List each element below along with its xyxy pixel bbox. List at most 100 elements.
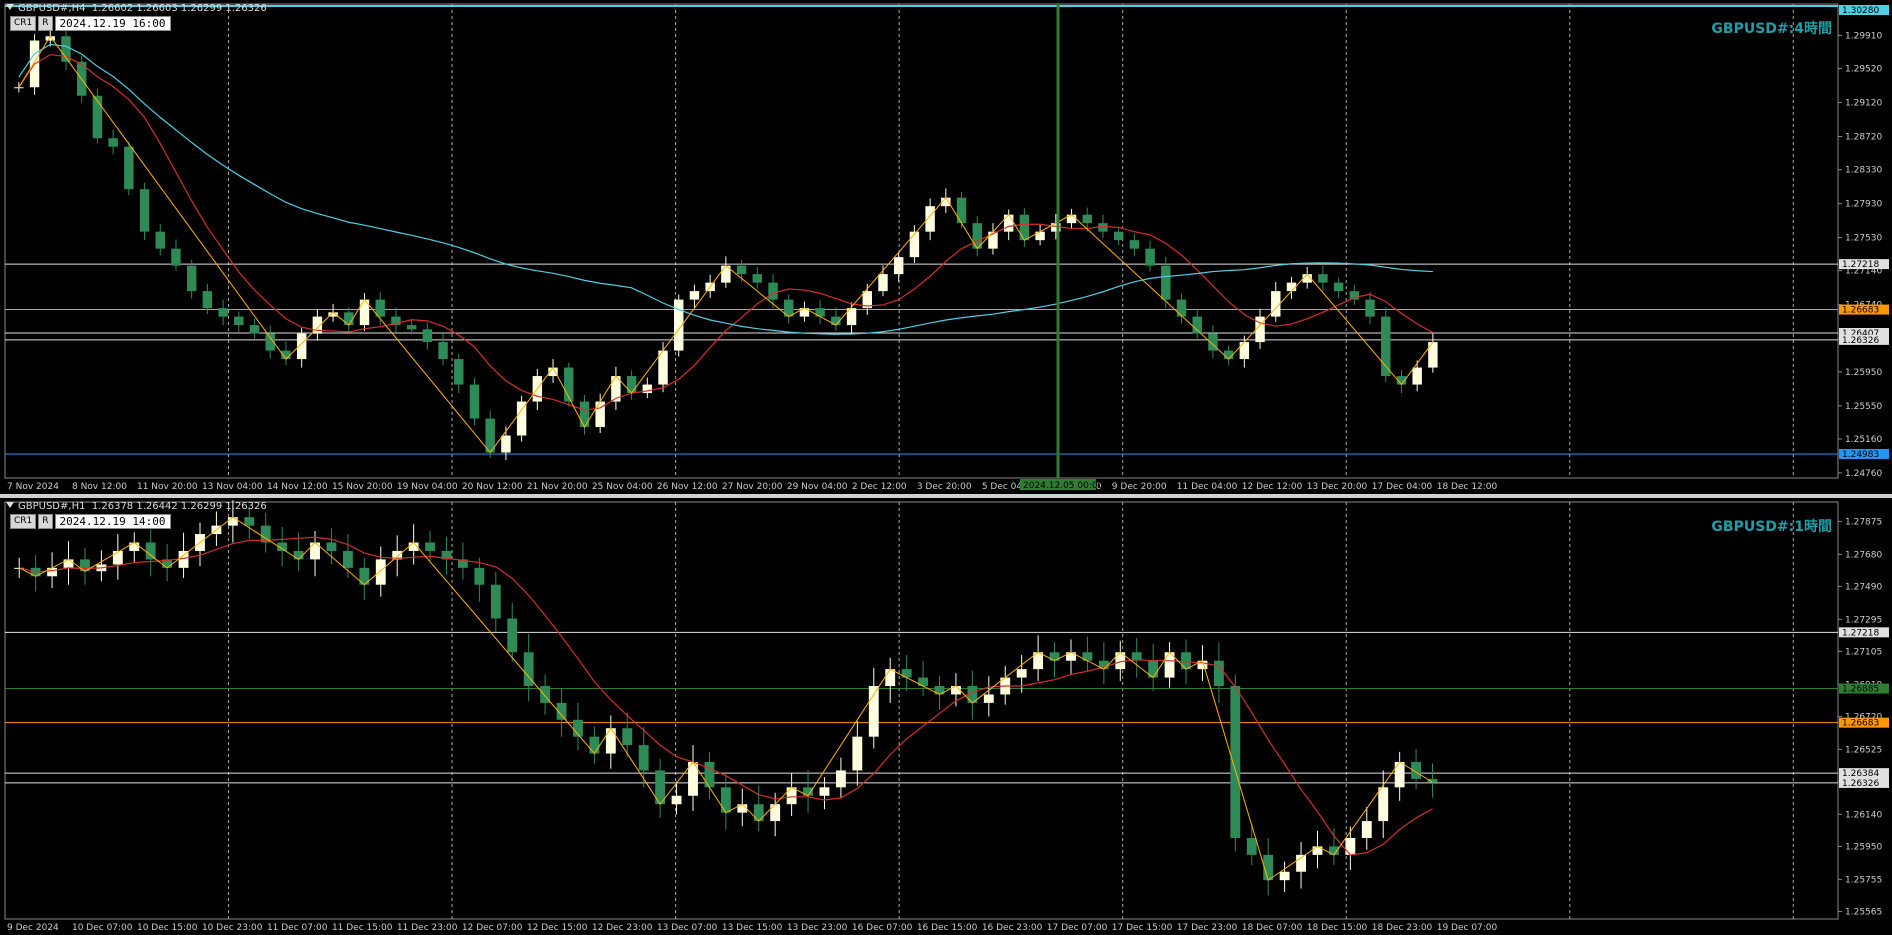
y-tick-label: 1.27875 xyxy=(1845,517,1882,527)
candle-body xyxy=(1365,299,1375,317)
h4-watermark: GBPUSD#:4時間 xyxy=(1711,21,1832,37)
candle-body xyxy=(1246,837,1257,855)
candle-body xyxy=(490,584,501,619)
x-tick-label: 9 Dec 2024 xyxy=(7,923,59,933)
h1-symbol: GBPUSD#,H1 xyxy=(18,501,86,512)
x-tick-label: 21 Nov 20:00 xyxy=(527,482,588,492)
candle-body xyxy=(589,736,600,754)
h4-button-row: CR1 R 2024.12.19 16:00 xyxy=(10,16,171,31)
candle-body xyxy=(1318,274,1328,283)
candle-body xyxy=(234,316,244,326)
x-tick-label: 20 Nov 12:00 xyxy=(462,482,523,492)
candle-body xyxy=(1192,316,1202,334)
candle-body xyxy=(893,257,904,275)
candle-body xyxy=(1279,871,1290,881)
moving-average-slow xyxy=(18,43,1433,335)
x-tick-label: 10 Dec 15:00 xyxy=(137,923,198,933)
x-tick-label: 7 Nov 2024 xyxy=(7,482,59,492)
candle-body xyxy=(1213,660,1224,687)
h4-r-button[interactable]: R xyxy=(38,16,53,31)
y-tick-label: 1.24760 xyxy=(1845,469,1882,479)
y-tick-label: 1.25160 xyxy=(1845,435,1882,445)
candle-body xyxy=(129,542,140,551)
price-tag-label: 1.26326 xyxy=(1842,336,1879,346)
candle-body xyxy=(139,189,150,232)
x-tick-label: 13 Nov 04:00 xyxy=(202,482,263,492)
candle-body xyxy=(249,325,260,334)
x-tick-label: 11 Dec 23:00 xyxy=(397,923,458,933)
candle-body xyxy=(145,542,156,560)
candle-body xyxy=(579,401,590,428)
x-tick-label: 18 Dec 07:00 xyxy=(1242,923,1303,933)
x-tick-label: 15 Nov 20:00 xyxy=(332,482,393,492)
x-tick-label: 12 Dec 12:00 xyxy=(1242,482,1303,492)
candle-body xyxy=(178,550,189,568)
candle-body xyxy=(925,206,935,232)
h1-ohlc: 1.26378 1.26442 1.26299 1.26326 xyxy=(91,501,267,512)
candle-body xyxy=(1378,787,1389,822)
h4-ohlc: 1.26602 1.26603 1.26299 1.26326 xyxy=(91,3,267,14)
h1-chart-pane[interactable]: 1.278751.276801.274901.272951.271051.269… xyxy=(0,498,1892,935)
x-tick-label: 16 Dec 07:00 xyxy=(852,923,913,933)
x-tick-label: 26 Nov 12:00 xyxy=(657,482,718,492)
candle-body xyxy=(1176,299,1187,317)
h1-r-button[interactable]: R xyxy=(38,514,53,529)
candle-body xyxy=(1161,265,1171,300)
candle-body xyxy=(605,728,616,754)
x-tick-label: 27 Nov 20:00 xyxy=(722,482,783,492)
candle-body xyxy=(852,736,863,771)
candle-body xyxy=(124,146,134,190)
price-tag-label: 1.24983 xyxy=(1842,450,1879,460)
x-tick-label: 10 Dec 07:00 xyxy=(72,923,133,933)
chevron-down-icon[interactable] xyxy=(6,4,14,10)
h1-symbol-header: GBPUSD#,H1 1.26378 1.26442 1.26299 1.263… xyxy=(6,501,267,512)
h4-cr1-button[interactable]: CR1 xyxy=(10,16,37,31)
price-tag-label: 1.27218 xyxy=(1842,260,1879,270)
h4-symbol-header: GBPUSD#,H4 1.26602 1.26603 1.26299 1.263… xyxy=(6,3,267,14)
candle-body xyxy=(326,542,337,551)
candle-body xyxy=(956,197,967,224)
h1-chart-canvas[interactable]: 1.278751.276801.274901.272951.271051.269… xyxy=(0,498,1892,935)
chevron-down-icon[interactable] xyxy=(6,502,14,508)
x-tick-label: 11 Dec 07:00 xyxy=(267,923,328,933)
y-tick-label: 1.27295 xyxy=(1845,615,1882,625)
zigzag-line xyxy=(18,35,1434,454)
y-tick-label: 1.26140 xyxy=(1845,810,1882,820)
candle-body xyxy=(1412,367,1422,385)
x-tick-label: 9 Dec 20:00 xyxy=(1112,482,1167,492)
price-tag-label: 1.27218 xyxy=(1842,628,1879,638)
candle-body xyxy=(638,745,649,771)
candle-body xyxy=(819,787,830,796)
y-tick-label: 1.25550 xyxy=(1845,402,1882,412)
y-tick-label: 1.27530 xyxy=(1845,234,1882,244)
h1-date-box[interactable]: 2024.12.19 14:00 xyxy=(54,514,171,529)
candle-body xyxy=(108,138,118,147)
y-tick-label: 1.28720 xyxy=(1845,133,1882,143)
x-tick-label: 25 Nov 04:00 xyxy=(592,482,653,492)
candle-body xyxy=(1113,231,1124,241)
x-tick-label: 19 Nov 04:00 xyxy=(397,482,458,492)
y-tick-label: 1.28330 xyxy=(1845,166,1882,176)
candle-body xyxy=(14,87,24,89)
x-tick-label: 12 Dec 07:00 xyxy=(462,923,523,933)
h1-cr1-button[interactable]: CR1 xyxy=(10,514,37,529)
candle-body xyxy=(474,567,485,585)
h4-date-box[interactable]: 2024.12.19 16:00 xyxy=(54,16,171,31)
h4-symbol: GBPUSD#,H4 xyxy=(18,3,86,14)
candle-body xyxy=(227,517,238,526)
candle-body xyxy=(501,435,511,453)
candle-body xyxy=(112,550,123,565)
price-tag-label: 1.26326 xyxy=(1842,779,1879,789)
candle-body xyxy=(1129,240,1140,249)
candle-body xyxy=(171,248,181,266)
h4-chart-pane[interactable]: 1.29910 1.29520 1.29120 1.28720 1.28330 1.279… xyxy=(0,0,1892,494)
candle-body xyxy=(422,329,433,343)
candle-body xyxy=(885,669,896,687)
h1-watermark: GBPUSD#:1時間 xyxy=(1711,519,1832,535)
candle-body xyxy=(1239,342,1250,360)
candle-body xyxy=(469,384,480,419)
x-tick-label: 17 Dec 04:00 xyxy=(1372,482,1433,492)
y-tick-label: 1.26525 xyxy=(1845,745,1882,755)
price-tag-label: 1.26885 xyxy=(1842,685,1879,695)
h4-chart-canvas[interactable]: 1.29910 1.29520 1.29120 1.28720 1.28330 1.279… xyxy=(0,0,1892,494)
